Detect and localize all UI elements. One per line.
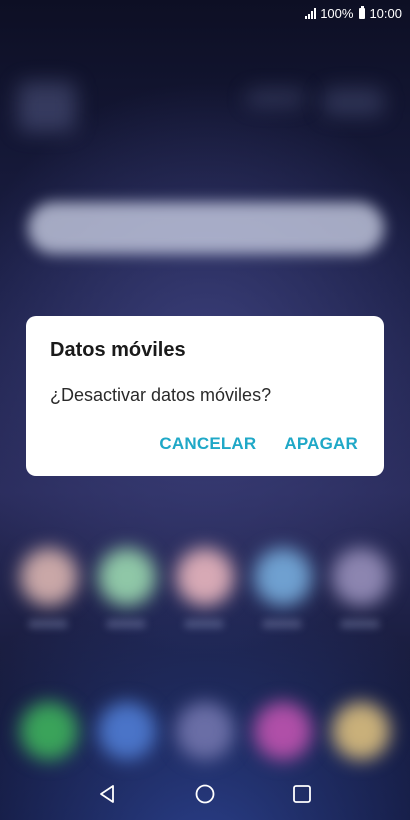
blurred-weather-widget bbox=[18, 82, 76, 132]
blurred-date-widget bbox=[246, 90, 306, 106]
home-button[interactable] bbox=[185, 774, 225, 814]
blurred-contacts-app-icon bbox=[98, 702, 156, 760]
signal-icon bbox=[305, 7, 317, 19]
blurred-camera-app-icon bbox=[332, 702, 390, 760]
back-icon bbox=[100, 785, 115, 803]
back-button[interactable] bbox=[88, 774, 128, 814]
blurred-app-labels bbox=[0, 620, 410, 690]
blurred-app-icon bbox=[98, 548, 156, 606]
navigation-bar bbox=[0, 768, 410, 820]
blurred-dock-row bbox=[0, 702, 410, 772]
dialog-message: ¿Desactivar datos móviles? bbox=[50, 385, 272, 405]
blurred-browser-app-icon bbox=[254, 702, 312, 760]
blurred-clock-widget bbox=[322, 88, 384, 116]
home-icon bbox=[195, 784, 215, 804]
blurred-phone-app-icon bbox=[20, 702, 78, 760]
status-time: 10:00 bbox=[369, 5, 402, 21]
blurred-messages-app-icon bbox=[176, 702, 234, 760]
blurred-app-icon bbox=[254, 548, 312, 606]
dialog-title: Datos móviles bbox=[50, 339, 186, 361]
blurred-app-row bbox=[0, 548, 410, 618]
recents-button[interactable] bbox=[282, 774, 322, 814]
status-bar: 100% 10:00 bbox=[0, 0, 410, 26]
blurred-app-icon bbox=[176, 548, 234, 606]
battery-percentage: 100% bbox=[320, 5, 354, 21]
blurred-app-icon bbox=[332, 548, 390, 606]
mobile-data-dialog: Datos móviles ¿Desactivar datos móviles?… bbox=[26, 316, 384, 476]
cancel-button[interactable]: CANCELAR bbox=[159, 434, 256, 454]
dialog-actions: CANCELAR APAGAR bbox=[159, 434, 358, 454]
recents-icon bbox=[292, 785, 311, 803]
turn-off-button[interactable]: APAGAR bbox=[284, 434, 358, 454]
battery-icon bbox=[359, 5, 366, 19]
blurred-search-bar bbox=[28, 202, 384, 254]
blurred-app-icon bbox=[20, 548, 78, 606]
